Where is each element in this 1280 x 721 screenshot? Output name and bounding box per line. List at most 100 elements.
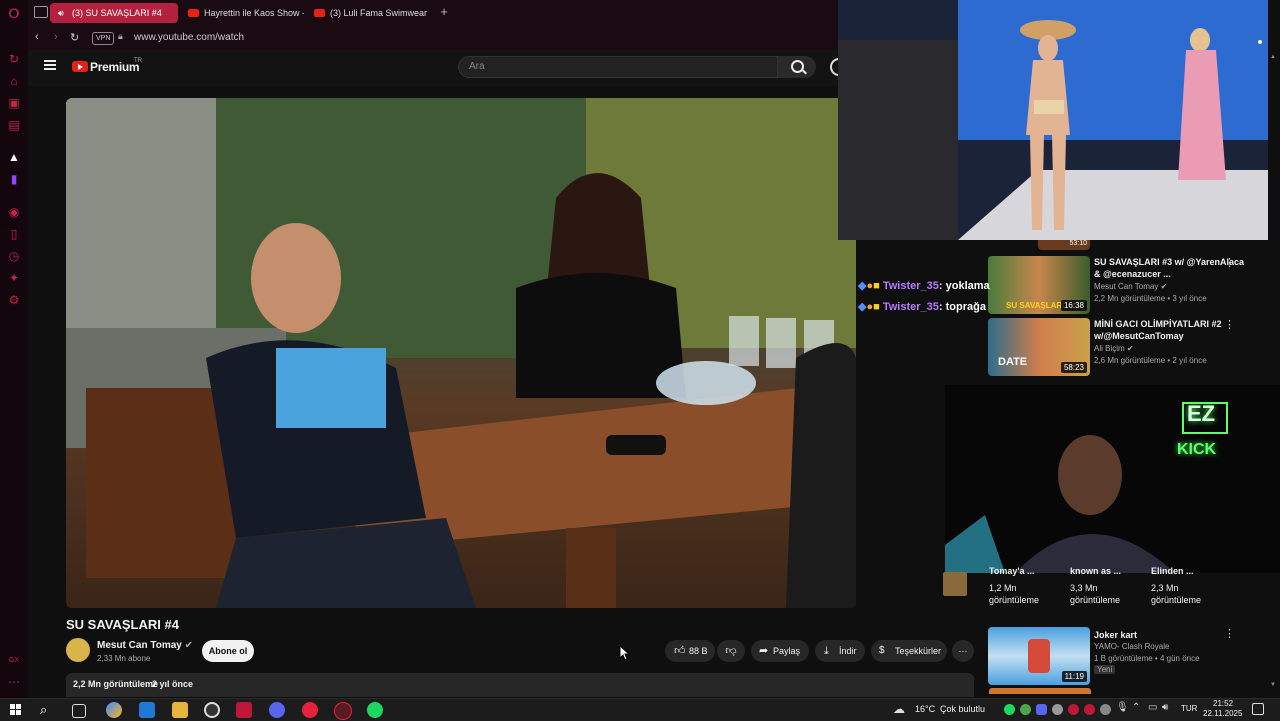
- forward-icon[interactable]: ›: [54, 31, 58, 43]
- bookmark-icon[interactable]: ▯: [7, 227, 21, 241]
- task-view-icon[interactable]: [72, 704, 86, 718]
- tray-app-icon[interactable]: [1052, 704, 1063, 715]
- subscribe-button[interactable]: Abone ol: [202, 640, 254, 662]
- new-tab-icon[interactable]: +: [436, 4, 452, 20]
- url-field[interactable]: www.youtube.com/watch: [134, 32, 244, 43]
- tray-overflow-icon[interactable]: ⌃: [1132, 702, 1140, 713]
- rec-title[interactable]: MİNİ GACI OLİMPİYATLARI #2 w/@MesutCanTo…: [1094, 318, 1244, 342]
- model-leg: [1052, 135, 1066, 230]
- description-box[interactable]: 2,2 Mn görüntüleme 2 yıl önce: [66, 673, 974, 697]
- tray-app-icon[interactable]: [1020, 704, 1031, 715]
- discord-icon[interactable]: [269, 702, 285, 718]
- kebab-menu-icon[interactable]: ⋮: [1224, 627, 1235, 640]
- bag-icon[interactable]: ⌂: [7, 74, 21, 88]
- search-icon[interactable]: ⌕: [40, 702, 56, 718]
- clock-time[interactable]: 21:52: [1213, 699, 1233, 708]
- mic-tray-icon[interactable]: 🎙︎: [1116, 702, 1129, 713]
- thumb-overlay-text: DATE: [998, 356, 1028, 368]
- gx-icon[interactable]: GX: [7, 654, 21, 668]
- tab-luli-fama[interactable]: (3) Luli Fama Swimwear F: [308, 3, 430, 23]
- media-app-icon[interactable]: [236, 702, 252, 718]
- tab-kaos-show[interactable]: Hayrettin ile Kaos Show -: [182, 3, 304, 23]
- tray-app-icon[interactable]: [1068, 704, 1079, 715]
- rec-channel[interactable]: Ali Biçim ✔: [1094, 344, 1134, 353]
- scroll-up-icon[interactable]: ▲: [1270, 54, 1276, 60]
- search-input[interactable]: Ara: [458, 56, 778, 78]
- opera-icon[interactable]: [302, 702, 318, 718]
- youtube-logo-icon[interactable]: [72, 61, 88, 72]
- spotify-tray-icon[interactable]: [1004, 704, 1015, 715]
- weather-temp[interactable]: 16°C: [915, 704, 935, 714]
- rec-thumbnail[interactable]: DATE 58:23: [988, 318, 1090, 376]
- volume-icon[interactable]: 🔊︎: [1162, 702, 1168, 713]
- thanks-button[interactable]: $ Teşekkürler: [871, 640, 947, 662]
- weather-icon[interactable]: ☁: [893, 702, 905, 716]
- more-icon[interactable]: ⋯: [7, 675, 21, 689]
- more-actions-button[interactable]: ⋯: [952, 640, 974, 662]
- menu-icon[interactable]: [44, 60, 56, 70]
- youtube-premium-logo[interactable]: Premium: [90, 60, 140, 74]
- search-button[interactable]: [778, 56, 816, 78]
- rec-meta: 2,2 Mn görüntüleme • 3 yıl önce: [1094, 294, 1207, 303]
- chat-badge-icon: ■: [873, 280, 880, 292]
- pip-close-icon[interactable]: [1258, 40, 1262, 44]
- rec-channel[interactable]: YAMO- Clash Royale: [1094, 642, 1169, 651]
- language-indicator[interactable]: TUR: [1181, 704, 1197, 713]
- download-icon: ⤓: [824, 645, 829, 657]
- pip-video[interactable]: [838, 0, 1268, 240]
- kebab-menu-icon[interactable]: ⋮: [1224, 318, 1235, 331]
- rec-channel[interactable]: Mesut Can Tomay ✔: [1094, 282, 1167, 291]
- extensions-icon[interactable]: ✦: [7, 271, 21, 285]
- dislike-button[interactable]: 👎︎: [717, 640, 745, 662]
- aria-icon[interactable]: ▲: [7, 150, 21, 164]
- tray-app-icon[interactable]: [1084, 704, 1095, 715]
- channel-avatar[interactable]: [66, 638, 90, 662]
- scroll-down-icon[interactable]: ▼: [1270, 682, 1276, 688]
- messenger-icon[interactable]: ▣: [7, 96, 21, 110]
- video-player[interactable]: [66, 98, 856, 608]
- file-explorer-icon[interactable]: [172, 702, 188, 718]
- duration-label: 11:19: [1061, 671, 1087, 682]
- opera-gx-icon[interactable]: [334, 702, 352, 720]
- clock-icon[interactable]: ◷: [7, 249, 21, 263]
- tray-app-icon[interactable]: [1100, 704, 1111, 715]
- rec-thumbnail[interactable]: 11:19: [988, 627, 1090, 685]
- settings-icon[interactable]: ⚙: [7, 293, 21, 307]
- kebab-menu-icon[interactable]: ⋮: [1224, 256, 1235, 269]
- twitch-icon[interactable]: ▮: [7, 172, 21, 186]
- rec-title[interactable]: Joker kart: [1094, 629, 1244, 641]
- download-button[interactable]: ⤓ İndir: [815, 640, 865, 662]
- short-title[interactable]: Tomay'a ...: [989, 566, 1035, 576]
- clock-app-icon[interactable]: [204, 702, 220, 718]
- windows-start-icon[interactable]: [8, 702, 24, 718]
- outlook-icon[interactable]: [139, 702, 155, 718]
- history-icon[interactable]: ↻: [7, 52, 21, 66]
- opera-logo-icon[interactable]: O: [7, 6, 21, 20]
- copilot-icon[interactable]: [106, 702, 122, 718]
- share-button[interactable]: ➦ Paylaş: [751, 640, 809, 662]
- short-title[interactable]: known as ...: [1070, 566, 1121, 576]
- spotify-icon[interactable]: [367, 702, 383, 718]
- chat-message: ◆●■ Twister_35: yoklama: [858, 279, 990, 292]
- channel-name[interactable]: Mesut Can Tomay ✔: [97, 640, 193, 651]
- neon-ez-text: EZ: [1187, 401, 1216, 426]
- vpn-badge[interactable]: VPN: [92, 32, 115, 45]
- notifications-icon[interactable]: [1252, 703, 1264, 715]
- weather-desc[interactable]: Çok bulutlu: [940, 704, 985, 714]
- clock-date[interactable]: 22.11.2025: [1203, 709, 1242, 718]
- rec-channel-name: Ali Biçim: [1094, 344, 1125, 353]
- scrollbar[interactable]: ▲ ▼: [1268, 52, 1276, 692]
- back-icon[interactable]: ‹: [35, 31, 39, 43]
- short-title[interactable]: Elinden ...: [1151, 566, 1194, 576]
- workspaces-icon[interactable]: [34, 6, 48, 18]
- reload-icon[interactable]: ↻: [70, 31, 79, 44]
- discord-tray-icon[interactable]: [1036, 704, 1047, 715]
- like-button[interactable]: 👍︎ 88 B: [665, 640, 715, 662]
- rec-thumbnail[interactable]: SU SAVAŞLARI 16:38: [988, 256, 1090, 314]
- tab-su-savaslari[interactable]: 🔊︎ (3) SU SAVAŞLARI #4: [50, 3, 178, 23]
- channel-watermark[interactable]: [943, 572, 967, 596]
- network-icon[interactable]: ▭: [1148, 702, 1157, 713]
- rec-title[interactable]: SU SAVAŞLARI #3 w/ @YarenAlaca & @ecenaz…: [1094, 256, 1244, 280]
- notes-icon[interactable]: ▤: [7, 118, 21, 132]
- player-icon[interactable]: ◉: [7, 205, 21, 219]
